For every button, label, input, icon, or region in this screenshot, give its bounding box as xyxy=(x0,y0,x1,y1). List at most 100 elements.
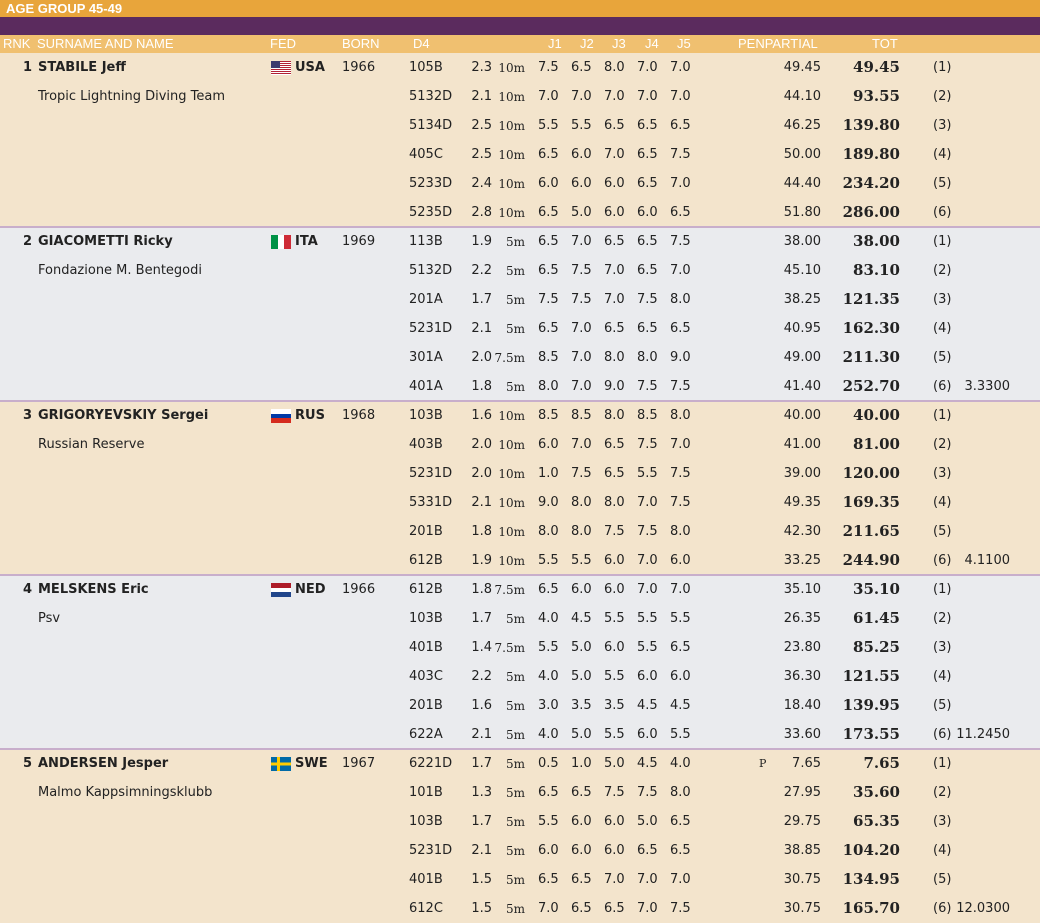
dive-height: 5m xyxy=(505,670,525,684)
judge-3-score: 6.0 xyxy=(604,640,625,655)
judge-1-score: 8.5 xyxy=(538,408,559,423)
judge-4-score: 4.5 xyxy=(637,698,658,713)
judge-5-score: 6.0 xyxy=(670,669,691,684)
dive-difficulty: 1.6 xyxy=(471,408,492,423)
athlete-club: Russian Reserve xyxy=(38,437,145,452)
dive-position: (5) xyxy=(933,872,952,887)
dive-code: 103B xyxy=(409,408,443,423)
judge-5-score: 8.0 xyxy=(670,524,691,539)
judge-5-score: 7.5 xyxy=(670,466,691,481)
judge-4-score: 6.0 xyxy=(637,727,658,742)
judge-2-score: 7.0 xyxy=(571,89,592,104)
italy-flag-icon xyxy=(271,235,291,249)
athlete-deficit: 11.2450 xyxy=(956,727,1010,742)
judge-2-score: 6.0 xyxy=(571,843,592,858)
dive-height: 5m xyxy=(505,728,525,742)
judge-5-score: 7.5 xyxy=(670,379,691,394)
dive-code: 5132D xyxy=(409,89,453,104)
total-score: 35.10 xyxy=(853,580,900,598)
col-born: BORN xyxy=(342,36,380,51)
dive-height: 5m xyxy=(505,757,525,771)
athlete-separator xyxy=(0,748,1040,750)
dive-difficulty: 2.0 xyxy=(471,437,492,452)
judge-1-score: 8.0 xyxy=(538,379,559,394)
judge-1-score: 4.0 xyxy=(538,669,559,684)
total-score: 244.90 xyxy=(842,551,900,569)
dive-code: 5231D xyxy=(409,843,453,858)
total-score: 61.45 xyxy=(853,609,900,627)
dive-difficulty: 2.1 xyxy=(471,321,492,336)
judge-3-score: 5.5 xyxy=(604,611,625,626)
dive-position: (2) xyxy=(933,437,952,452)
col-rnk: RNK xyxy=(3,36,31,51)
dive-position: (1) xyxy=(933,756,952,771)
dive-difficulty: 1.8 xyxy=(471,379,492,394)
judge-1-score: 6.5 xyxy=(538,147,559,162)
column-header-row: RNK SURNAME AND NAME FED BORN D4 J1 J2 J… xyxy=(0,35,1040,53)
dive-difficulty: 2.5 xyxy=(471,118,492,133)
dive-difficulty: 1.7 xyxy=(471,292,492,307)
dive-height: 10m xyxy=(498,525,525,539)
dive-difficulty: 1.5 xyxy=(471,872,492,887)
judge-5-score: 6.5 xyxy=(670,321,691,336)
col-j2: J2 xyxy=(580,36,594,51)
athlete-fed: RUS xyxy=(295,408,325,423)
judge-5-score: 8.0 xyxy=(670,408,691,423)
athlete-born: 1966 xyxy=(342,582,376,597)
dive-position: (1) xyxy=(933,408,952,423)
russia-flag-icon xyxy=(271,409,291,423)
partial-score: 33.60 xyxy=(783,727,821,742)
judge-3-score: 8.0 xyxy=(604,408,625,423)
partial-score: 45.10 xyxy=(783,263,821,278)
dive-difficulty: 1.9 xyxy=(471,553,492,568)
dive-difficulty: 2.8 xyxy=(471,205,492,220)
partial-score: 51.80 xyxy=(783,205,821,220)
dive-code: 5331D xyxy=(409,495,453,510)
dive-difficulty: 1.9 xyxy=(471,234,492,249)
dive-difficulty: 2.3 xyxy=(471,60,492,75)
dive-position: (2) xyxy=(933,785,952,800)
partial-score: 49.45 xyxy=(783,60,821,75)
partial-score: 30.75 xyxy=(783,872,821,887)
judge-2-score: 5.0 xyxy=(571,640,592,655)
dive-difficulty: 2.0 xyxy=(471,466,492,481)
partial-score: 38.85 xyxy=(783,843,821,858)
judge-3-score: 6.5 xyxy=(604,321,625,336)
dive-code: 5132D xyxy=(409,263,453,278)
judge-3-score: 6.5 xyxy=(604,901,625,916)
col-fed: FED xyxy=(270,36,296,51)
partial-score: 18.40 xyxy=(783,698,821,713)
judge-4-score: 7.0 xyxy=(637,872,658,887)
header-band xyxy=(0,17,1040,35)
judge-4-score: 7.0 xyxy=(637,582,658,597)
judge-5-score: 8.0 xyxy=(670,292,691,307)
total-score: 81.00 xyxy=(853,435,900,453)
athlete-rank: 5 xyxy=(22,756,32,771)
judge-4-score: 7.0 xyxy=(637,89,658,104)
dive-difficulty: 2.0 xyxy=(471,350,492,365)
judge-4-score: 6.5 xyxy=(637,843,658,858)
total-score: 120.00 xyxy=(842,464,900,482)
athlete-block: 4 MELSKENS Eric Psv NED 1966 612B 1.8 7.5m 6.5 6.… xyxy=(0,575,1040,749)
athlete-name: ANDERSEN Jesper xyxy=(38,756,169,771)
judge-3-score: 5.0 xyxy=(604,756,625,771)
athlete-block: 5 ANDERSEN Jesper Malmo Kappsimningsklubb S… xyxy=(0,749,1040,923)
judge-4-score: 6.5 xyxy=(637,321,658,336)
judge-5-score: 6.5 xyxy=(670,205,691,220)
total-score: 40.00 xyxy=(853,406,900,424)
judge-3-score: 6.0 xyxy=(604,176,625,191)
judge-2-score: 8.5 xyxy=(571,408,592,423)
judge-3-score: 5.5 xyxy=(604,727,625,742)
partial-score: 41.00 xyxy=(783,437,821,452)
judge-2-score: 7.5 xyxy=(571,263,592,278)
dive-difficulty: 1.6 xyxy=(471,698,492,713)
partial-score: 49.00 xyxy=(783,350,821,365)
judge-4-score: 6.5 xyxy=(637,118,658,133)
dive-position: (6) xyxy=(933,205,952,220)
judge-1-score: 0.5 xyxy=(538,756,559,771)
usa-flag-icon xyxy=(271,61,291,75)
dive-height: 5m xyxy=(505,293,525,307)
judge-3-score: 7.0 xyxy=(604,89,625,104)
total-score: 139.80 xyxy=(842,116,900,134)
dive-code: 103B xyxy=(409,611,443,626)
